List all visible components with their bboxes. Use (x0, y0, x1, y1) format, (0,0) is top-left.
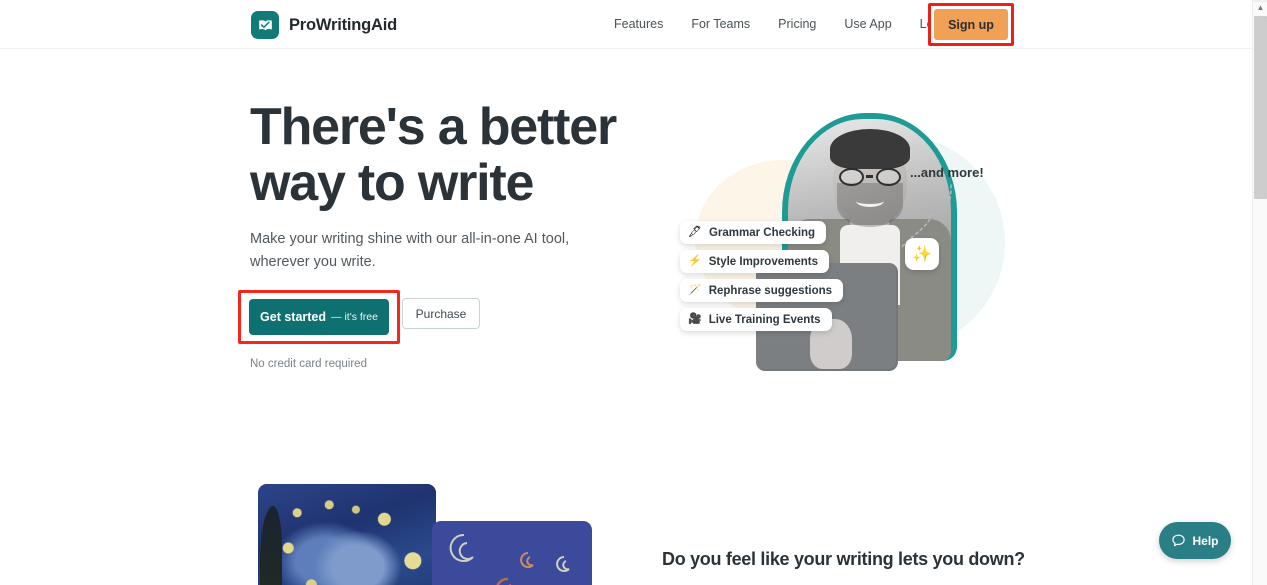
section-heading: Do you feel like your writing lets you d… (662, 549, 1025, 569)
feature-pill-label: Style Improvements (708, 255, 818, 268)
and-more-label: ...and more! (910, 165, 984, 180)
simplified-painting-image-card (432, 521, 592, 585)
speech-bubble-icon (1172, 534, 1186, 547)
smile (855, 195, 884, 207)
swirl-doodles (449, 533, 570, 585)
feature-pill-rephrase-suggestions: 🪄 Rephrase suggestions (680, 279, 844, 302)
starry-night-image-card (258, 484, 436, 585)
hero-illustration: ...and more! ✨ 🖋 Grammar Checking ⚡ Styl… (660, 105, 1010, 380)
nav-item-pricing[interactable]: Pricing (764, 0, 830, 49)
lightning-icon: ⚡ (688, 255, 702, 267)
get-started-annotation-box: Get started — it's free (238, 290, 400, 344)
book-check-icon (251, 11, 279, 39)
hero-title-line-1: There's a better (250, 98, 617, 156)
feature-pill-grammar-checking: 🖋 Grammar Checking (680, 221, 827, 244)
signup-annotation-box: Sign up (928, 3, 1014, 46)
nav-item-use-app[interactable]: Use App (830, 0, 905, 49)
nav-item-features[interactable]: Features (600, 0, 677, 49)
get-started-button[interactable]: Get started — it's free (249, 299, 389, 335)
site-header: ProWritingAid Features For Teams Pricing… (0, 0, 1252, 49)
feature-pill-label: Grammar Checking (708, 226, 816, 239)
scroll-up-arrow-icon[interactable]: ▲ (1253, 0, 1267, 15)
help-widget-button[interactable]: Help (1159, 522, 1231, 559)
feature-pill-live-training-events: 🎥 Live Training Events (680, 308, 832, 331)
feature-pill-list: 🖋 Grammar Checking ⚡ Style Improvements … (680, 221, 844, 331)
brand-logo[interactable]: ProWritingAid (251, 11, 397, 39)
hair (829, 129, 910, 169)
hero-subtitle: Make your writing shine with our all-in-… (250, 231, 570, 270)
brand-name: ProWritingAid (289, 15, 398, 34)
page-root: ProWritingAid Features For Teams Pricing… (0, 0, 1267, 585)
signup-button[interactable]: Sign up (934, 9, 1008, 40)
feature-pill-style-improvements: ⚡ Style Improvements (680, 250, 829, 273)
sparkle-badge-icon: ✨ (905, 238, 939, 270)
feature-pill-label: Live Training Events (708, 313, 821, 326)
video-camera-icon: 🎥 (688, 313, 702, 325)
magic-wand-icon: 🪄 (688, 284, 702, 296)
help-widget-label: Help (1192, 533, 1219, 548)
starry-night-painting (258, 484, 436, 585)
glasses-icon (838, 167, 901, 186)
page-scrollbar[interactable]: ▲ (1252, 0, 1267, 585)
no-credit-card-note: No credit card required (250, 358, 367, 370)
hero-title-line-2: way to write (250, 154, 534, 213)
pen-icon: 🖋 (688, 226, 702, 238)
nav-item-for-teams[interactable]: For Teams (677, 0, 764, 49)
feature-pill-label: Rephrase suggestions (708, 284, 833, 297)
purchase-button[interactable]: Purchase (402, 298, 480, 329)
scrollbar-thumb[interactable] (1254, 16, 1267, 199)
get-started-free-note: — it's free (331, 311, 378, 323)
get-started-label: Get started (260, 310, 327, 324)
page-title: There's a better way to write (250, 99, 650, 211)
